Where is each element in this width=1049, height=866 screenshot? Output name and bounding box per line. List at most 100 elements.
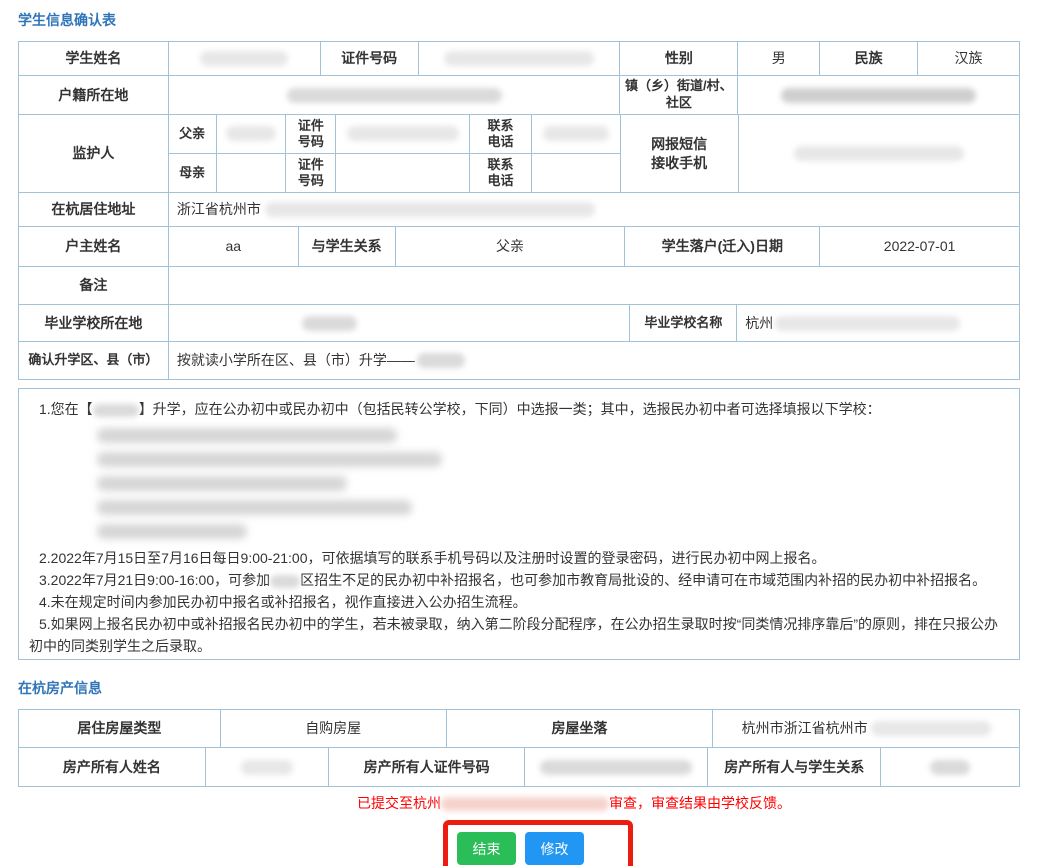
student-name-label: 学生姓名 [19,42,169,76]
mother-name-value [217,154,287,193]
owner-cert-label: 房产所有人证件号码 [329,748,526,787]
owner-cert-value [525,748,708,787]
house-location-value: 杭州市浙江省杭州市 [713,710,1020,748]
mother-label: 母亲 [169,154,217,193]
hz-address-label: 在杭居住地址 [19,193,169,227]
mother-row: 母亲 证件 号码 联系 电话 [169,154,620,193]
guardian-inner-table: 父亲 证件 号码 联系 电话 母亲 证件 号码 联系 电话 [169,115,621,193]
cert-no-value [419,42,621,76]
town-value [738,76,1020,115]
table-row: 毕业学校所在地 毕业学校名称 杭州 [19,305,1020,342]
father-phone-value [532,115,620,154]
status-text: 已提交至杭州审查，审查结果由学校反馈。 [18,793,1020,813]
redacted-cert-no [444,51,594,66]
settle-date-label: 学生落户(迁入)日期 [625,227,820,267]
table-row: 学生姓名 证件号码 性别 男 民族 汉族 [19,42,1020,76]
father-cert-value [336,115,470,154]
notes-box: 1.您在【】升学，应在公办初中或民办初中（包括民转公学校，下同）中选报一类；其中… [18,388,1020,660]
redacted-father-cert [347,126,459,141]
house-location-label: 房屋坐落 [447,710,714,748]
father-phone-label: 联系 电话 [470,115,532,154]
house-location-prefix: 杭州市浙江省杭州市 [742,719,868,737]
finish-button[interactable]: 结束 [457,832,516,865]
hz-address-prefix: 浙江省杭州市 [177,200,261,218]
redacted-grad-school-name [775,316,960,331]
relation-label: 与学生关系 [299,227,396,267]
redacted-town [781,88,976,103]
redacted-student-name [200,51,288,66]
settle-date-value: 2022-07-01 [820,227,1020,267]
redacted-grad-school-loc [302,316,357,331]
owner-name-label: 房产所有人姓名 [19,748,206,787]
grad-school-name-label: 毕业学校名称 [630,305,737,342]
redacted-line [97,452,442,467]
confirm-district-label: 确认升学区、县（市） [19,342,169,380]
redacted-owner-cert [540,760,692,775]
owner-relation-value [881,748,1020,787]
table-row: 居住房屋类型 自购房屋 房屋坐落 杭州市浙江省杭州市 [19,710,1020,748]
redacted-status-school [441,797,609,811]
mother-phone-label: 联系 电话 [470,154,532,193]
annotation-red-box: 结束 修改 [443,820,633,866]
redacted-house-location [871,721,991,736]
mother-phone-value [532,154,620,193]
student-name-value [169,42,321,76]
owner-name-value [206,748,329,787]
registry-value [169,76,621,115]
student-info-title: 学生信息确认表 [18,0,1020,30]
town-label: 镇（乡）街道/村、 社区 [620,76,738,115]
guardian-label: 监护人 [19,115,169,193]
redacted-confirm-district [417,353,465,368]
grad-school-loc-value [169,305,631,342]
mother-cert-label: 证件 号码 [286,154,336,193]
confirm-district-text: 按就读小学所在区、县（市）升学—— [177,351,415,369]
table-row: 在杭居住地址 浙江省杭州市 [19,193,1020,227]
table-row: 监护人 父亲 证件 号码 联系 电话 母亲 证件 号码 [19,115,1020,193]
owner-relation-label: 房产所有人与学生关系 [708,748,881,787]
householder-label: 户主姓名 [19,227,169,267]
redacted-father-name [226,126,276,141]
table-row: 确认升学区、县（市） 按就读小学所在区、县（市）升学—— [19,342,1020,380]
redacted-line [97,476,347,491]
redacted-line [97,428,397,443]
redacted-note-district [93,404,139,417]
note-item-4: 4.未在规定时间内参加民办初中报名或补招报名，视作直接进入公办招生流程。 [27,591,1011,613]
table-row: 户主姓名 aa 与学生关系 父亲 学生落户(迁入)日期 2022-07-01 [19,227,1020,267]
redacted-owner-name [241,760,293,775]
mother-cert-value [336,154,470,193]
grad-school-name-value: 杭州 [737,305,1020,342]
redacted-owner-relation [930,760,970,775]
house-type-value: 自购房屋 [221,710,447,748]
gender-label: 性别 [620,42,738,76]
grad-school-loc-label: 毕业学校所在地 [19,305,169,342]
property-info-table: 居住房屋类型 自购房屋 房屋坐落 杭州市浙江省杭州市 房产所有人姓名 房产所有人… [18,709,1020,787]
father-name-value [217,115,287,154]
redacted-hz-address [265,202,595,217]
father-row: 父亲 证件 号码 联系 电话 [169,115,620,154]
redacted-line [97,524,247,539]
relation-value: 父亲 [396,227,626,267]
hz-address-value: 浙江省杭州市 [169,193,1020,227]
property-info-title: 在杭房产信息 [18,660,1020,698]
house-type-label: 居住房屋类型 [19,710,221,748]
gender-value: 男 [738,42,820,76]
table-row: 房产所有人姓名 房产所有人证件号码 房产所有人与学生关系 [19,748,1020,787]
ethnic-label: 民族 [820,42,918,76]
table-row: 备注 [19,267,1020,305]
student-info-table: 学生姓名 证件号码 性别 男 民族 汉族 户籍所在地 镇（乡）街道/村、 社区 … [18,41,1020,380]
father-cert-label: 证件 号码 [286,115,336,154]
modify-button[interactable]: 修改 [525,832,584,865]
redacted-registry [287,88,502,103]
redacted-note-district-2 [270,575,300,588]
redacted-sms-phone [794,146,964,161]
table-row: 户籍所在地 镇（乡）街道/村、 社区 [19,76,1020,115]
registry-label: 户籍所在地 [19,76,169,115]
note-item-5: 5.如果网上报名民办初中或补招报名民办初中的学生，若未被录取，纳入第二阶段分配程… [27,613,1011,657]
note-item-1: 1.您在【】升学，应在公办初中或民办初中（包括民转公学校，下同）中选报一类；其中… [27,398,1011,420]
father-label: 父亲 [169,115,217,154]
remark-value [169,267,1020,305]
redacted-line [97,500,412,515]
redacted-father-phone [543,126,609,141]
note-item-2: 2.2022年7月15日至7月16日每日9:00-21:00，可依据填写的联系手… [27,547,1011,569]
cert-no-label: 证件号码 [321,42,419,76]
